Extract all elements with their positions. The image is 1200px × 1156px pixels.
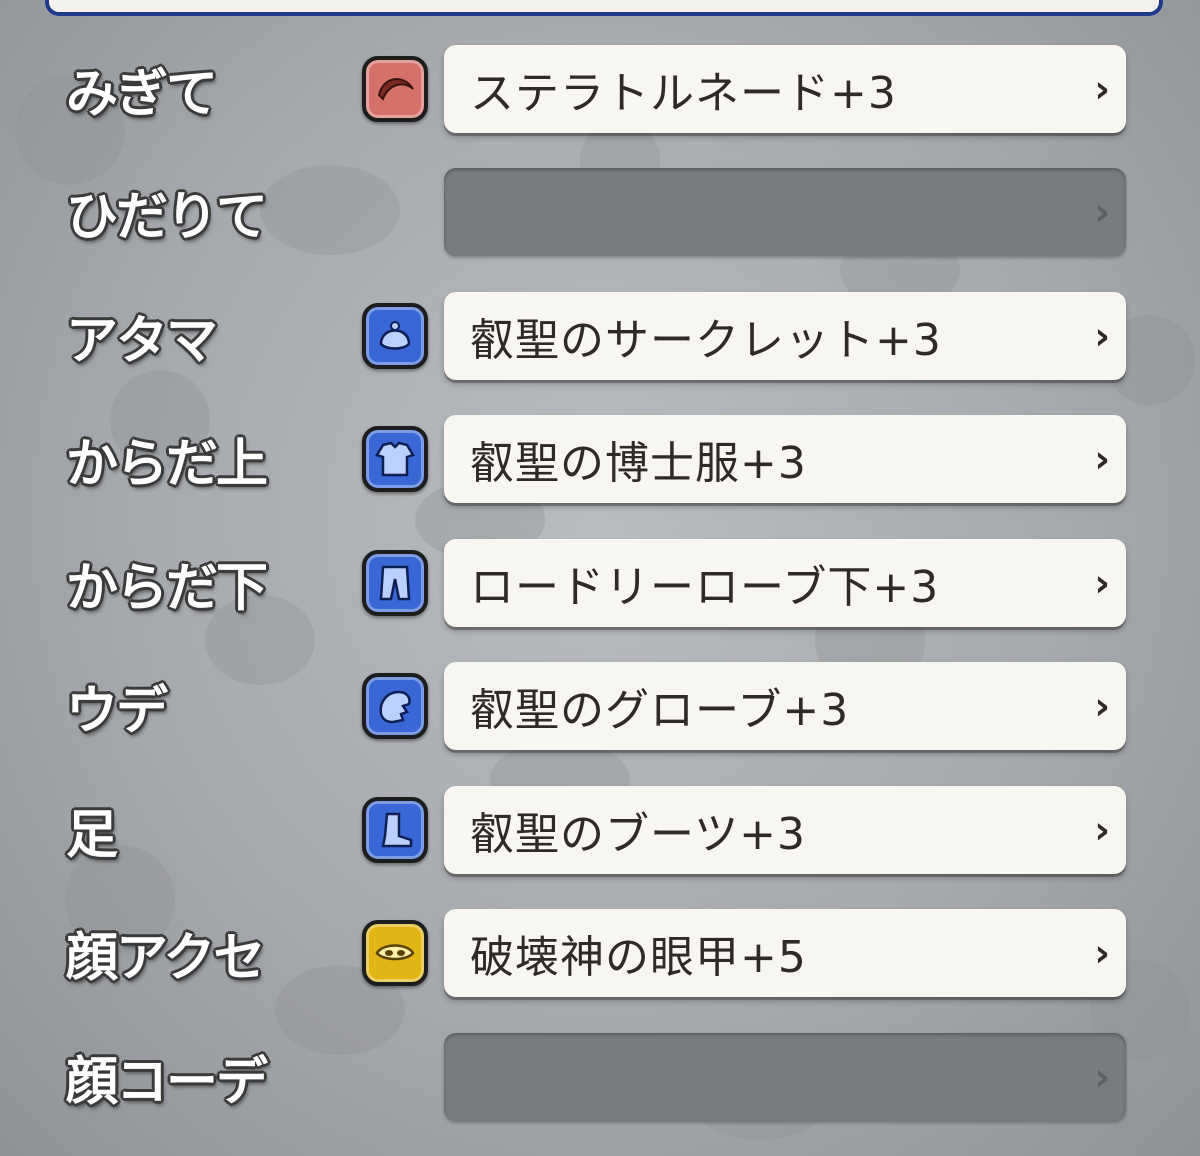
chevron-right-icon: ›: [1094, 66, 1110, 111]
slot-label: からだ上: [66, 434, 268, 495]
slot-label: みぎて: [66, 64, 218, 125]
equipment-row-body-lower: からだ下 ロードリーローブ下+3 ›: [0, 521, 1200, 645]
gauntlet-icon: [362, 673, 428, 740]
chevron-right-icon: ›: [1094, 190, 1110, 235]
item-name: 破壊神の眼甲+5: [470, 932, 807, 984]
equip-slot-button-head[interactable]: 叡聖のサークレット+3 ›: [444, 291, 1126, 380]
item-name: ステラトルネード+3: [470, 67, 897, 119]
equipment-slot-list: みぎて ステラトルネード+3 › ひだりて › アタマ 叡聖のサークレット+3 …: [0, 27, 1200, 1139]
equipment-row-right-hand: みぎて ステラトルネード+3 ›: [0, 27, 1200, 151]
slot-label: 顔コーデ: [66, 1052, 268, 1113]
item-name: 叡聖のブーツ+3: [470, 808, 806, 860]
headgear-icon: [362, 302, 428, 369]
equipment-row-arms: ウデ 叡聖のグローブ+3 ›: [0, 645, 1200, 769]
header-panel: [45, 0, 1163, 16]
chevron-right-icon: ›: [1094, 684, 1110, 729]
slot-label: 足: [66, 805, 118, 866]
chevron-right-icon: ›: [1094, 560, 1110, 605]
item-name: 叡聖の博士服+3: [470, 438, 807, 490]
equip-slot-button-arms[interactable]: 叡聖のグローブ+3 ›: [444, 662, 1126, 751]
equipment-row-face-accessory: 顔アクセ 破壊神の眼甲+5 ›: [0, 892, 1200, 1016]
slot-label: ひだりて: [66, 187, 268, 248]
chevron-right-icon: ›: [1094, 1054, 1110, 1099]
slot-label: アタマ: [66, 311, 218, 372]
equipment-row-head: アタマ 叡聖のサークレット+3 ›: [0, 274, 1200, 398]
slot-label: からだ下: [66, 558, 268, 619]
face-accessory-icon: [362, 920, 428, 987]
leg-armor-icon: [362, 549, 428, 616]
equipment-row-body-upper: からだ上 叡聖の博士服+3 ›: [0, 398, 1200, 522]
equip-slot-button-right-hand[interactable]: ステラトルネード+3 ›: [444, 44, 1126, 133]
item-name: 叡聖のグローブ+3: [470, 685, 850, 737]
chevron-right-icon: ›: [1094, 313, 1110, 358]
boots-icon: [362, 796, 428, 863]
equipment-row-feet: 足 叡聖のブーツ+3 ›: [0, 768, 1200, 892]
equip-slot-button-face-accessory[interactable]: 破壊神の眼甲+5 ›: [444, 909, 1126, 998]
slot-label: 顔アクセ: [66, 928, 265, 989]
chevron-right-icon: ›: [1094, 437, 1110, 482]
equip-slot-button-body-upper[interactable]: 叡聖の博士服+3 ›: [444, 415, 1126, 504]
equip-slot-button-feet[interactable]: 叡聖のブーツ+3 ›: [444, 785, 1126, 874]
boomerang-icon: [362, 55, 428, 122]
item-name: ロードリーローブ下+3: [470, 561, 940, 613]
chevron-right-icon: ›: [1094, 807, 1110, 852]
body-armor-icon: [362, 426, 428, 493]
equipment-row-left-hand: ひだりて ›: [0, 151, 1200, 275]
chevron-right-icon: ›: [1094, 931, 1110, 976]
equipment-row-face-coordinate: 顔コーデ ›: [0, 1015, 1200, 1139]
item-name: 叡聖のサークレット+3: [470, 314, 942, 366]
slot-label: ウデ: [66, 681, 168, 742]
equip-slot-button-body-lower[interactable]: ロードリーローブ下+3 ›: [444, 538, 1126, 627]
equip-slot-button-left-hand[interactable]: ›: [444, 168, 1126, 257]
equip-slot-button-face-coordinate[interactable]: ›: [444, 1032, 1126, 1121]
